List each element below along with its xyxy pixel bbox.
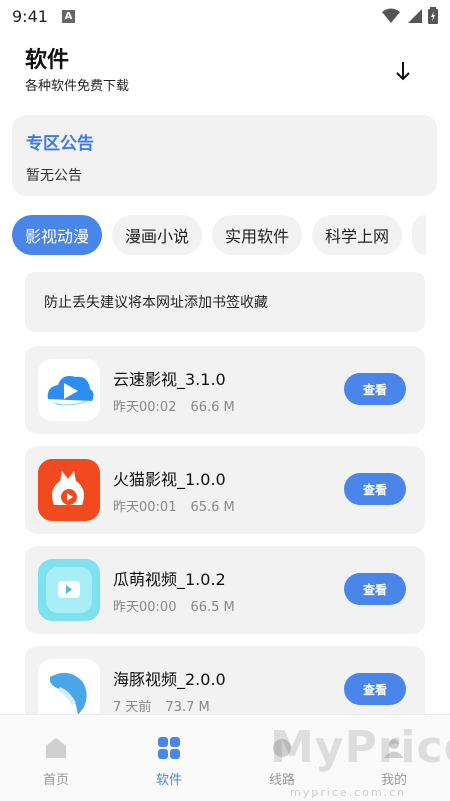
view-button[interactable]: 查看 [344,673,406,705]
tv-play-icon [38,559,100,621]
home-icon [43,735,69,761]
watermark-url: myprice.com.cn [290,786,407,799]
app-meta: 昨天00:02 66.6 M [113,396,235,415]
app-updated-time: 昨天00:01 [113,500,177,515]
announcement-title: 专区公告 [26,134,94,154]
page-title: 软件 [25,48,70,73]
cloud-play-icon [38,359,100,421]
app-meta: 昨天00:01 65.6 M [113,496,235,515]
nav-home[interactable]: 首页 [26,735,86,788]
announcement-body: 暂无公告 [26,168,82,184]
nav-software-label: 软件 [155,773,182,788]
wifi-icon [382,8,400,23]
announcement-card: 专区公告 暂无公告 [12,115,437,196]
tab-film-anime[interactable]: 影视动漫 [12,215,103,255]
status-time: 9:41 [12,6,48,26]
signal-icon [408,8,422,23]
fire-cat-icon [38,459,100,521]
app-name: 海豚视频_2.0.0 [113,670,226,689]
app-updated-time: 7 天前 [113,700,152,715]
tab-comics-novels[interactable]: 漫画小说 [112,215,203,255]
app-list-item[interactable]: 云速影视_3.1.0 昨天00:02 66.6 M 查看 [25,346,425,434]
tab-overflow[interactable] [412,215,427,255]
arrow-down-icon [396,62,410,81]
app-meta: 昨天00:00 66.5 M [113,596,235,615]
app-meta: 7 天前 73.7 M [113,696,210,715]
page-subtitle: 各种软件免费下载 [25,79,130,94]
view-button[interactable]: 查看 [344,373,406,405]
tab-vpn[interactable]: 科学上网 [312,215,403,255]
watermark: MyPrice [270,722,450,773]
app-updated-time: 昨天00:02 [113,400,177,415]
notification-a-icon: A [61,9,75,23]
nav-home-label: 首页 [42,773,69,788]
app-updated-time: 昨天00:00 [113,600,177,615]
app-size: 73.7 M [165,700,210,715]
tab-utility-software[interactable]: 实用软件 [212,215,303,255]
app-name: 火猫影视_1.0.0 [113,470,226,489]
category-tabs: 影视动漫 漫画小说 实用软件 科学上网 [12,215,427,255]
download-button[interactable] [390,58,416,84]
dolphin-icon [38,659,100,721]
nav-software[interactable]: 软件 [139,735,199,788]
app-name: 云速影视_3.1.0 [113,370,226,389]
status-icons [382,7,438,24]
app-size: 66.6 M [190,400,235,415]
battery-icon [428,7,438,24]
view-button[interactable]: 查看 [344,473,406,505]
app-list-item[interactable]: 火猫影视_1.0.0 昨天00:01 65.6 M 查看 [25,446,425,534]
app-name: 瓜萌视频_1.0.2 [113,570,226,589]
view-button[interactable]: 查看 [344,573,406,605]
bookmark-notice: 防止丢失建议将本网址添加书签收藏 [25,272,425,332]
app-size: 66.5 M [190,600,235,615]
status-bar: 9:41 A [0,0,450,32]
grid-icon [156,735,182,761]
app-size: 65.6 M [190,500,235,515]
app-list-item[interactable]: 瓜萌视频_1.0.2 昨天00:00 66.5 M 查看 [25,546,425,634]
